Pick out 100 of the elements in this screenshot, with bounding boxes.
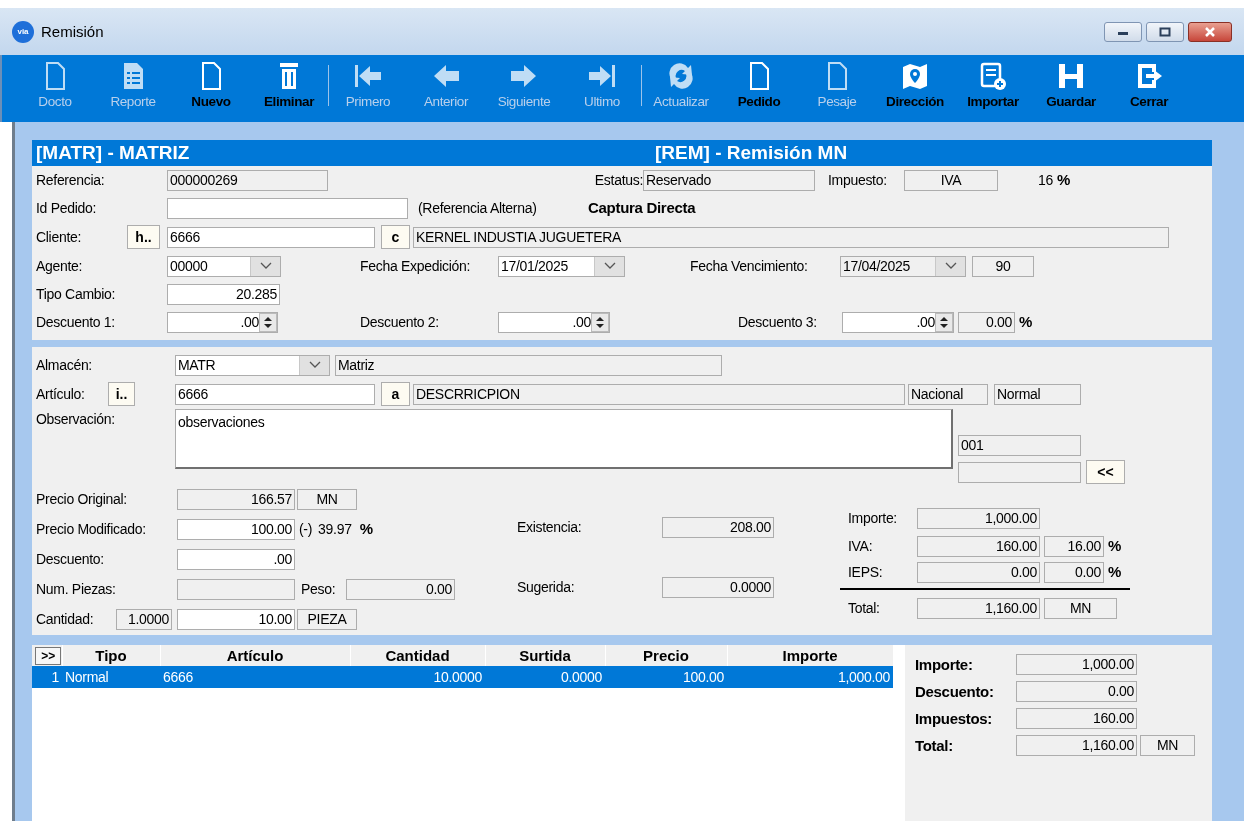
spin-arrows-icon (591, 312, 609, 332)
field-label: Tipo Cambio: (36, 285, 117, 303)
spin-arrows-icon (935, 312, 953, 332)
dropdown-field[interactable]: 17/04/2025 (840, 255, 966, 277)
lookup-button[interactable]: << (1086, 460, 1125, 484)
field-label: Fecha Expedición: (360, 257, 472, 275)
field-label: Existencia: (517, 518, 583, 536)
field-label: Descuento: (36, 550, 105, 568)
percent-sign: % (1108, 563, 1122, 581)
field-label: Total: (848, 599, 881, 617)
summary-label: Impuestos: (915, 709, 993, 728)
list-add-icon (978, 61, 1008, 91)
maximize-icon (1159, 26, 1171, 37)
column-header[interactable]: Cantidad (350, 645, 485, 666)
field-label: IEPS: (848, 563, 884, 581)
read-only-field: 1,000.00 (917, 507, 1040, 529)
column-header[interactable]: Precio (605, 645, 727, 666)
field-label: Descuento 3: (738, 313, 818, 331)
field-label: Cliente: (36, 228, 83, 246)
spin-arrows-icon (259, 312, 277, 332)
table-cell: 0.0000 (560, 668, 602, 685)
read-only-field: 208.00 (662, 516, 774, 538)
input-field[interactable]: 100.00 (177, 518, 295, 540)
field-label: Descuento 1: (36, 313, 116, 331)
dropdown-field[interactable]: 00000 (167, 255, 281, 277)
lookup-button[interactable]: h.. (127, 225, 160, 249)
read-only-field: IVA (904, 169, 998, 191)
rate-text: 16 (1038, 171, 1053, 189)
read-only-field: MN (297, 488, 357, 510)
read-only-field: 1.0000 (116, 608, 172, 630)
table-cell: 6666 (163, 668, 193, 685)
column-header[interactable]: Importe (727, 645, 893, 666)
field-label: Sugerida: (517, 578, 576, 596)
field-label: Impuesto: (828, 171, 888, 189)
dropdown-field[interactable]: 17/01/2025 (498, 255, 625, 277)
lookup-button[interactable]: i.. (108, 382, 135, 406)
spin-field[interactable]: .00 (842, 311, 954, 333)
lookup-button[interactable]: a (381, 382, 410, 406)
toolbar-button[interactable]: Nuevo (172, 55, 250, 122)
read-only-field: 166.57 (177, 488, 295, 510)
spin-field[interactable]: .00 (167, 311, 278, 333)
map-pin-icon (900, 61, 930, 91)
toolbar-button[interactable]: Guardar (1032, 55, 1110, 122)
sign-text: (-) (299, 520, 313, 538)
table-cell: 100.00 (682, 668, 724, 685)
read-only-field: Nacional (908, 383, 988, 405)
read-only-field: 001 (958, 435, 1081, 456)
read-only-field: 16.00 (1044, 535, 1104, 557)
field-label: Importe: (848, 509, 898, 527)
input-field[interactable]: 10.00 (177, 608, 295, 630)
column-header[interactable]: Surtida (485, 645, 605, 666)
read-only-field: 160.00 (1016, 708, 1137, 729)
spin-field[interactable]: .00 (498, 311, 610, 333)
percent-sign: % (359, 520, 373, 538)
input-field[interactable]: 6666 (175, 383, 375, 405)
text-area[interactable]: observaciones (175, 409, 953, 469)
input-field[interactable]: .00 (177, 548, 295, 570)
input-field[interactable]: 20.285 (167, 283, 280, 305)
toolbar-button[interactable]: Importar (954, 55, 1032, 122)
field-label: Estatus: (593, 171, 643, 189)
caret-icon (308, 361, 321, 369)
read-only-field: 0.00 (1016, 681, 1137, 702)
column-header[interactable]: Tipo (62, 645, 160, 666)
dropdown-field[interactable]: MATR (175, 354, 330, 376)
input-field[interactable]: 6666 (167, 226, 375, 248)
close-button[interactable] (1188, 21, 1232, 42)
field-label: Almacén: (36, 356, 93, 374)
lookup-button[interactable]: c (381, 225, 410, 249)
table-cell: 10.0000 (433, 668, 482, 685)
refresh-icon (666, 61, 696, 91)
read-only-field: 160.00 (917, 535, 1040, 557)
document-title: [REM] - Remisión MN (655, 141, 848, 165)
expand-button[interactable]: >> (35, 647, 62, 666)
table-cell: 1 (51, 668, 59, 685)
close-icon (1204, 26, 1216, 37)
mode-text: Captura Directa (588, 199, 696, 217)
note-text: (Referencia Alterna) (418, 199, 538, 217)
read-only-field: 0.00 (1044, 561, 1104, 583)
read-only-field: 0.00 (917, 561, 1040, 583)
read-only-field: DESCRRICPION (413, 383, 905, 405)
minimize-button[interactable] (1104, 21, 1142, 42)
read-only-field: 1,160.00 (917, 597, 1040, 619)
field-label: Cantidad: (36, 610, 95, 628)
field-label: Descuento 2: (360, 313, 440, 331)
table-row[interactable]: 1 Normal 6666 10.0000 0.0000 100.00 1,000.00 (32, 666, 893, 688)
toolbar-button[interactable]: Cerrar (1110, 55, 1188, 122)
percent-sign: % (1108, 537, 1122, 555)
toolbar-button[interactable]: Dirección (876, 55, 954, 122)
field-label: Precio Modificado: (36, 520, 147, 538)
toolbar-button[interactable]: Pedido (720, 55, 798, 122)
caret-icon (944, 262, 957, 270)
field-label: Referencia: (36, 171, 106, 189)
field-label: Agente: (36, 257, 84, 275)
column-header[interactable]: Artículo (160, 645, 350, 666)
field-label: Id Pedido: (36, 199, 98, 217)
maximize-button[interactable] (1146, 21, 1184, 42)
toolbar-button[interactable]: Eliminar (250, 55, 328, 122)
read-only-field: 90 (972, 255, 1034, 277)
read-only-field: Matriz (335, 354, 722, 376)
input-field[interactable] (167, 197, 408, 219)
